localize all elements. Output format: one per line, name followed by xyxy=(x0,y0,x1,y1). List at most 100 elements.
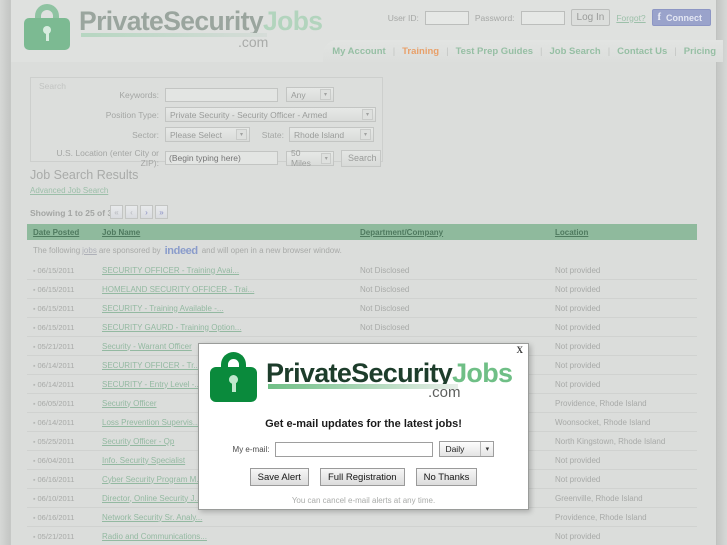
job-name-link[interactable]: Security - Warrant Officer xyxy=(102,342,192,351)
position-type-select[interactable]: Private Security - Security Officer - Ar… xyxy=(165,107,376,122)
frequency-value: Daily xyxy=(445,444,465,454)
nav-item-job-search[interactable]: Job Search xyxy=(542,46,607,57)
email-label: My e-mail: xyxy=(232,444,270,454)
pagination-prev-button[interactable]: ‹ xyxy=(125,205,138,219)
keywords-mode-select[interactable]: Any ▾ xyxy=(286,87,334,102)
job-name-link[interactable]: SECURITY - Entry Level -... xyxy=(102,380,201,389)
job-name-link[interactable]: Cyber Security Program M... xyxy=(102,475,203,484)
indeed-logo: indeed xyxy=(164,244,198,257)
date-posted-value: 06/10/2011 xyxy=(37,493,75,503)
cell-location: Not provided xyxy=(555,322,601,332)
password-input[interactable] xyxy=(520,10,565,25)
cell-job-name: SECURITY OFFICER - Training Avai... xyxy=(102,266,360,275)
frequency-select[interactable]: Daily ▾ xyxy=(439,441,495,457)
cell-job-name: SECURITY - Training Available -... xyxy=(102,304,360,313)
close-icon[interactable]: X xyxy=(517,345,524,355)
date-posted-value: 06/15/2011 xyxy=(37,284,75,294)
pagination-next-button[interactable]: › xyxy=(140,205,153,219)
keywords-input[interactable] xyxy=(165,87,278,102)
date-posted-value: 06/16/2011 xyxy=(37,512,75,522)
column-header-location[interactable]: Location xyxy=(555,228,588,237)
job-name-link[interactable]: Network Security Sr. Analy... xyxy=(102,513,202,522)
table-row: ▪ 06/15/2011 HOMELAND SECURITY OFFICER - T… xyxy=(27,280,697,299)
userid-input[interactable] xyxy=(424,10,469,25)
job-search-form: Search Keywords: Any ▾ Position Type: Pr… xyxy=(30,77,383,168)
cell-date-posted: ▪ 05/25/2011 xyxy=(27,437,102,446)
job-name-link[interactable]: Info. Security Specialist xyxy=(102,456,185,465)
sponsor-jobs-link[interactable]: jobs xyxy=(82,246,97,255)
position-type-label: Position Type: xyxy=(105,109,159,120)
facebook-connect-label: Connect xyxy=(666,12,702,23)
email-alert-form: My e-mail: Daily ▾ xyxy=(199,441,528,457)
job-name-link[interactable]: HOMELAND SECURITY OFFICER - Trai... xyxy=(102,285,254,294)
job-name-link[interactable]: Security Officer xyxy=(102,399,157,408)
nav-item-test-prep-guides[interactable]: Test Prep Guides xyxy=(449,46,540,57)
no-thanks-button[interactable]: No Thanks xyxy=(415,468,478,486)
nav-item-training[interactable]: Training xyxy=(395,46,446,57)
cell-location: North Kingstown, Rhode Island xyxy=(555,436,666,446)
cell-department-company: Not Disclosed xyxy=(360,322,410,332)
sector-select[interactable]: Please Select ▾ xyxy=(165,127,250,142)
bullet-icon: ▪ xyxy=(33,400,36,408)
nav-item-my-account[interactable]: My Account xyxy=(325,46,392,57)
date-posted-value: 06/16/2011 xyxy=(37,474,75,484)
bullet-icon: ▪ xyxy=(33,381,36,389)
sponsor-note-mid: are sponsored by xyxy=(98,246,161,255)
facebook-connect-button[interactable]: f Connect xyxy=(651,9,711,26)
save-alert-button[interactable]: Save Alert xyxy=(249,468,309,486)
cell-location: Not provided xyxy=(555,360,601,370)
nav-item-contact-us[interactable]: Contact Us xyxy=(610,46,674,57)
logo-wordmark: PrivateSecurityJobs .com xyxy=(79,2,323,50)
job-name-link[interactable]: SECURITY OFFICER - Tr... xyxy=(102,361,200,370)
site-logo[interactable]: PrivateSecurityJobs .com xyxy=(24,2,323,50)
pagination-last-button[interactable]: » xyxy=(155,205,168,219)
facebook-icon: f xyxy=(657,12,661,23)
state-value: Rhode Island xyxy=(294,129,345,140)
radius-select[interactable]: 50 Miles ▾ xyxy=(286,148,334,168)
cell-date-posted: ▪ 06/15/2011 xyxy=(27,323,102,332)
email-input[interactable] xyxy=(275,441,434,457)
chevron-down-icon: ▾ xyxy=(236,129,247,140)
job-name-link[interactable]: Loss Prevention Supervis... xyxy=(102,418,199,427)
bullet-icon: ▪ xyxy=(33,305,36,313)
full-registration-button[interactable]: Full Registration xyxy=(319,468,405,486)
job-name-link[interactable]: Director, Online Security J... xyxy=(102,494,201,503)
date-posted-value: 06/14/2011 xyxy=(37,360,75,370)
cell-location: Not provided xyxy=(555,265,601,275)
cell-job-name: Network Security Sr. Analy... xyxy=(102,513,360,522)
cell-location: Not provided xyxy=(555,379,601,389)
date-posted-value: 06/04/2011 xyxy=(37,455,75,465)
advanced-job-search-link[interactable]: Advanced Job Search xyxy=(30,186,108,195)
cell-date-posted: ▪ 06/04/2011 xyxy=(27,456,102,465)
column-header-department-company[interactable]: Department/Company xyxy=(360,228,443,237)
pagination-first-button[interactable]: « xyxy=(110,205,123,219)
chevron-down-icon: ▾ xyxy=(321,152,331,164)
nav-item-pricing[interactable]: Pricing xyxy=(677,46,723,57)
job-name-link[interactable]: Security Officer - Qp xyxy=(102,437,174,446)
cell-department-company: Not Disclosed xyxy=(360,284,410,294)
job-name-link[interactable]: SECURITY OFFICER - Training Avai... xyxy=(102,266,239,275)
bullet-icon: ▪ xyxy=(33,343,36,351)
state-select[interactable]: Rhode Island ▾ xyxy=(289,127,374,142)
cell-department-company: Not Disclosed xyxy=(360,265,410,275)
table-row: ▪ 06/15/2011 SECURITY GAURD - Training Opt… xyxy=(27,318,697,337)
location-input[interactable] xyxy=(165,151,278,165)
job-name-link[interactable]: SECURITY - Training Available -... xyxy=(102,304,224,313)
page-title: Job Search Results xyxy=(30,168,139,182)
bullet-icon: ▪ xyxy=(33,533,36,541)
column-header-date-posted[interactable]: Date Posted xyxy=(33,228,79,237)
email-alert-modal: X PrivateSecurityJobs .com Get e-mail up… xyxy=(198,343,529,510)
search-button[interactable]: Search xyxy=(341,149,381,167)
job-name-link[interactable]: SECURITY GAURD - Training Option... xyxy=(102,323,241,332)
keywords-mode-value: Any xyxy=(291,89,306,100)
date-posted-value: 06/15/2011 xyxy=(37,303,75,313)
date-posted-value: 05/25/2011 xyxy=(37,436,75,446)
sector-label: Sector: xyxy=(132,129,159,140)
results-count: Showing 1 to 25 of 37 xyxy=(30,208,117,218)
job-name-link[interactable]: Radio and Communications... xyxy=(102,532,207,541)
forgot-password-link[interactable]: Forgot? xyxy=(616,13,645,23)
cell-date-posted: ▪ 05/21/2011 xyxy=(27,342,102,351)
chevron-down-icon: ▾ xyxy=(360,129,371,140)
column-header-job-name[interactable]: Job Name xyxy=(102,228,140,237)
login-button[interactable]: Log In xyxy=(570,9,611,26)
